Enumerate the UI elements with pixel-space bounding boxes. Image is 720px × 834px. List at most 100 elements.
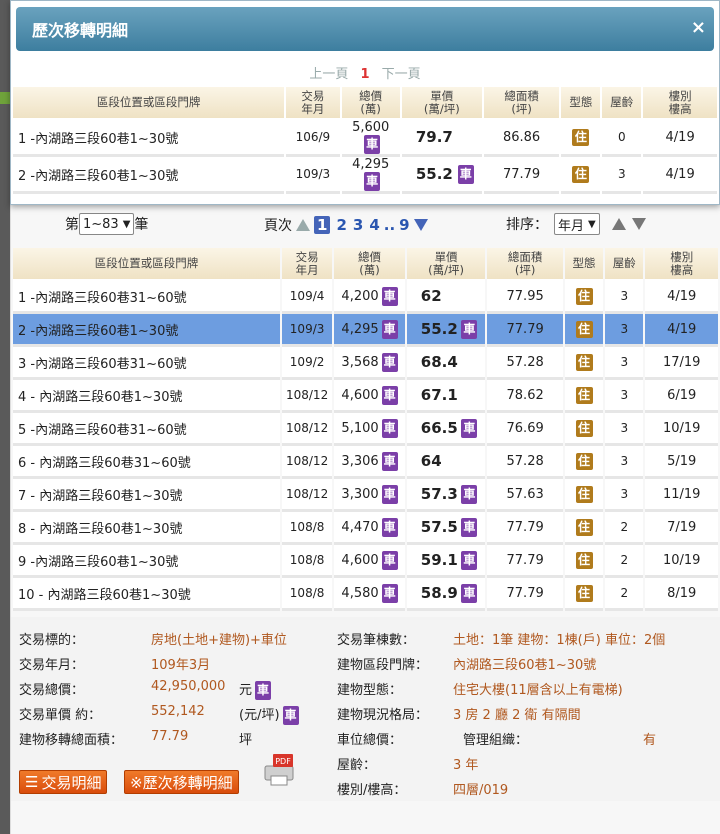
age-cell: 3 [602,157,642,194]
total-price-value: 4,470 [341,519,379,535]
transaction-detail-button[interactable]: ☰ 交易明細 [19,770,108,794]
unit-price-wrap: 57.3 車 [409,484,484,504]
transaction-row[interactable]: 10 - 內湖路三段60巷1~30號 108/8 4,580 車 58.9 車 77.79 住… [13,578,718,611]
transaction-row[interactable]: 4 - 內湖路三段60巷1~30號 108/12 4,600 車 67.1 78.62 住 3… [13,380,718,413]
pdf-label: PDF [275,757,291,766]
print-pdf-icon[interactable]: PDF [261,752,297,786]
transaction-row[interactable]: 2 -內湖路三段60巷1~30號 109/3 4,295 車 55.2 車 77.79 住 3 4… [13,314,718,347]
date-cell: 108/8 [281,578,333,611]
total-price-cell: 5,100 車 [334,413,405,446]
transaction-row[interactable]: 3 -內湖路三段60巷31~60號 109/2 3,568 車 68.4 57.28 住 3 1… [13,347,718,380]
residential-badge: 住 [575,584,593,602]
parking-badge: 車 [381,484,398,504]
location-cell: 4 - 內湖路三段60巷1~30號 [13,380,280,413]
age-cell: 2 [605,545,644,578]
popup-header-5: 型態 [561,87,601,120]
prev-page-link[interactable]: 上一頁 [309,67,348,82]
floor-cell: 10/19 [645,413,718,446]
close-icon[interactable]: × [691,17,706,38]
sort-desc-icon[interactable] [631,218,646,230]
transaction-row[interactable]: 1 -內湖路三段60巷31~60號 109/4 4,200 車 62 77.95 住 3 4/1… [13,281,718,314]
detail-btype-value: 住宅大樓(11層含以上有電梯) [453,683,623,698]
list-icon: ☰ [25,773,39,791]
unit-price-wrap: 55.2 車 [404,164,480,184]
date-cell: 109/2 [281,347,333,380]
unit-price-value: 55.2 [420,320,458,338]
unit-price-value: 68.4 [420,353,458,371]
popup-header-6: 屋齡 [602,87,642,120]
popup-header-4: 總面積 (坪) [483,87,560,120]
residential-badge: 住 [575,485,593,503]
area-cell: 76.69 [487,413,563,446]
chevron-down-icon: ▼ [122,218,131,230]
age-cell: 3 [605,413,644,446]
popup-pager: 上一頁 1 下一頁 [11,63,719,85]
sort-select-value: 年月 [558,218,585,234]
page-link[interactable]: 3 [353,216,363,234]
unit-price-value: 66.5 [420,419,458,437]
total-price-cell: 3,568 車 [334,347,405,380]
detail-target-value: 房地(土地+建物)+車位 [151,633,287,648]
main-header-3: 單價 (萬/坪) [406,248,486,281]
location-cell: 1 -內湖路三段60巷31~60號 [13,281,280,314]
total-price-value: 4,295 [352,157,390,172]
transaction-row[interactable]: 9 -內湖路三段60巷1~30號 108/8 4,600 車 59.1 車 77.79 住 2 1… [13,545,718,578]
total-price-value: 3,568 [341,354,379,370]
sort-select[interactable]: 年月 ▼ [554,213,600,235]
age-cell: 3 [605,314,644,347]
date-cell: 108/12 [281,380,333,413]
floor-cell: 4/19 [645,281,718,314]
detail-mgmt: 管理組織： [463,733,529,748]
detail-area-value: 77.79 [151,729,189,744]
detail-unit-value: 552,142 [151,704,205,719]
popup-table-row[interactable]: 1 -內湖路三段60巷1~30號 106/9 5,600車 79.7 86.86 住 0 4/… [13,120,717,157]
transaction-row[interactable]: 7 - 內湖路三段60巷1~30號 108/12 3,300 車 57.3 車 57.63 住… [13,479,718,512]
sort-asc-icon[interactable] [611,218,626,230]
transaction-detail: 交易標的： 房地(土地+建物)+車位 交易年月： 109年3月 交易總價： 42… [11,617,720,801]
type-cell: 住 [564,578,604,611]
type-cell: 住 [561,157,601,194]
transaction-row[interactable]: 6 - 內湖路三段60巷31~60號 108/12 3,306 車 64 57.28 住 3 5… [13,446,718,479]
detail-parking: 車位總價： [337,733,403,748]
residential-badge: 住 [575,287,593,305]
parking-badge: 車 [381,385,398,405]
list-controls: 第 1~83 ▼ 筆 頁次 1234 .. 9 排序： 年月 ▼ [11,200,720,248]
detail-addr-value: 內湖路三段60巷1~30號 [453,658,597,673]
transaction-row[interactable]: 8 - 內湖路三段60巷1~30號 108/8 4,470 車 57.5 車 77.79 住 2… [13,512,718,545]
main-header-0: 區段位置或區段門牌 [13,248,280,281]
unit-price-cell: 67.1 [406,380,486,413]
floor-cell: 4/19 [645,314,718,347]
detail-mgmt-value: 有 [643,733,657,748]
popup-header-1: 交易 年月 [286,87,340,120]
page-link[interactable]: 2 [336,216,346,234]
age-cell: 3 [605,347,644,380]
total-price-cell: 4,200 車 [334,281,405,314]
transaction-row[interactable]: 5 -內湖路三段60巷31~60號 108/12 5,100 車 66.5 車 76.69 住… [13,413,718,446]
age-cell: 0 [602,120,642,157]
parking-badge: 車 [381,352,398,372]
page-link[interactable]: 4 [369,216,379,234]
page-link-last[interactable]: 9 [399,216,409,234]
history-button[interactable]: ※歷次移轉明細 [124,770,239,794]
location-cell: 8 - 內湖路三段60巷1~30號 [13,512,280,545]
unit-price-wrap: 57.5 車 [409,517,484,537]
detail-addr: 建物區段門牌： [337,658,429,673]
total-price-cell: 3,300 車 [334,479,405,512]
prev-page-icon[interactable] [296,219,310,231]
popup-header-3: 單價 (萬/坪) [401,87,482,120]
unit-price-value: 64 [420,452,442,470]
next-page-icon[interactable] [413,219,428,231]
unit-price-cell: 57.3 車 [406,479,486,512]
parking-badge: 車 [461,484,478,504]
residential-badge: 住 [572,165,590,183]
type-cell: 住 [564,380,604,413]
popup-table-row[interactable]: 2 -內湖路三段60巷1~30號 109/3 4,295車 55.2 車 77.79 住 3 4… [13,157,717,194]
parking-badge: 車 [364,172,381,191]
parking-badge: 車 [461,550,478,570]
parking-badge: 車 [381,319,398,339]
page-link[interactable]: 1 [314,216,331,234]
next-page-link[interactable]: 下一頁 [382,67,421,82]
location-cell: 2 -內湖路三段60巷1~30號 [13,157,285,194]
total-price-cell: 4,295車 [341,157,400,194]
range-select[interactable]: 1~83 ▼ [79,213,135,235]
